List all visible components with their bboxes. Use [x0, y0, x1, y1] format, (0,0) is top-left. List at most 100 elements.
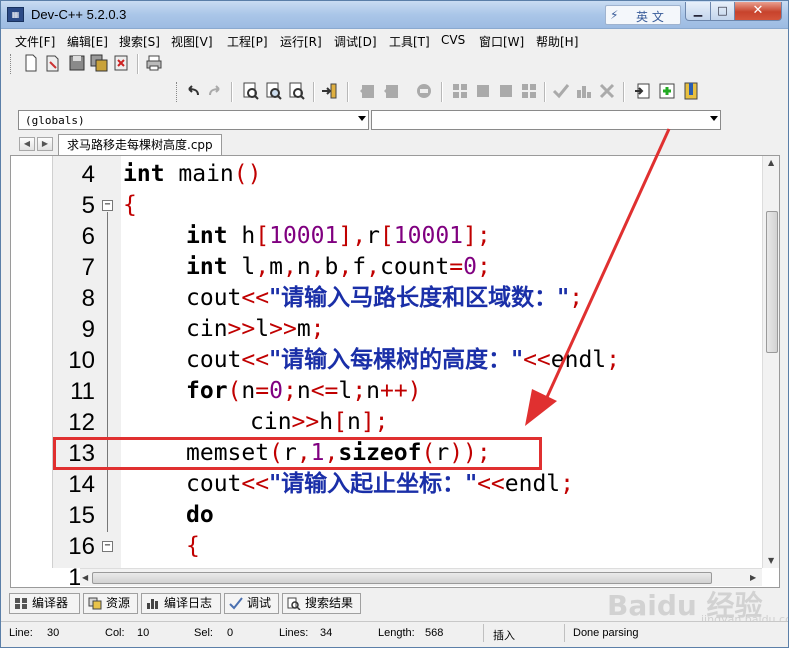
main-toolbar [1, 50, 788, 78]
save-file-icon[interactable] [67, 53, 87, 73]
menu-file[interactable]: 文件[F] [15, 33, 55, 50]
run-icon[interactable] [473, 81, 493, 101]
code-line-11: for(n=0;n<=l;n++) [186, 378, 422, 404]
save-all-icon[interactable] [89, 53, 109, 73]
project-options-icon[interactable] [414, 81, 434, 101]
toggle-bookmark-icon[interactable] [681, 81, 701, 101]
search-icon [287, 597, 301, 610]
toolbar-grip[interactable] [10, 54, 13, 74]
compile-run-icon[interactable] [496, 81, 516, 101]
class-scope-combo[interactable]: (globals) [18, 110, 369, 130]
app-window: ▦ Dev-C++ 5.2.0.3 ⚡ 英 文 ▁ □ ✕ 文件[F] 编辑[E… [0, 0, 789, 648]
tab-debug-label: 调试 [247, 596, 272, 610]
tab-search-results[interactable]: 搜索结果 [282, 593, 361, 614]
line-number-gutter[interactable]: 4 5 6 7 8 9 10 11 12 13 14 15 16 17 − − [53, 156, 121, 587]
status-col-label: Col: [105, 627, 125, 639]
status-lines-label: Lines: [279, 627, 309, 639]
vertical-scrollbar[interactable]: ▲ ▼ [762, 156, 779, 568]
menu-edit[interactable]: 编辑[E] [67, 33, 108, 50]
profile-icon[interactable] [574, 81, 594, 101]
editor-tab-row: ◀ ▶ 求马路移走每棵树高度.cpp [1, 132, 788, 156]
fold-collapse-icon[interactable]: − [102, 541, 113, 552]
minimize-button[interactable]: ▁ [685, 2, 711, 21]
member-combo[interactable] [371, 110, 721, 130]
menu-search[interactable]: 搜索[S] [119, 33, 160, 50]
stop-execution-icon[interactable] [597, 81, 617, 101]
tab-compile-log[interactable]: 编译日志 [141, 593, 221, 614]
line-number: 11 [70, 378, 95, 405]
code-text-area[interactable]: int main() { int h[10001],r[10001]; int … [121, 156, 762, 568]
ime-indicator[interactable]: ⚡ 英 文 [605, 5, 681, 25]
menu-debug[interactable]: 调试[D] [334, 33, 377, 50]
replace-icon[interactable] [264, 81, 284, 101]
scroll-left-icon[interactable]: ◀ [82, 573, 88, 582]
remove-from-project-icon[interactable] [381, 81, 401, 101]
menu-window[interactable]: 窗口[W] [479, 33, 524, 50]
line-number: 4 [81, 161, 95, 188]
toolbar-grip-2[interactable] [176, 82, 179, 102]
menu-run[interactable]: 运行[R] [280, 33, 322, 50]
class-scope-value: (globals) [25, 114, 85, 127]
menu-cvs[interactable]: CVS [441, 33, 465, 47]
menu-project[interactable]: 工程[P] [227, 33, 268, 50]
status-col-value: 10 [137, 627, 150, 639]
code-line-7: int l,m,n,b,f,count=0; [186, 254, 491, 280]
menu-tools[interactable]: 工具[T] [389, 33, 430, 50]
goto-line-icon[interactable] [319, 81, 339, 101]
fold-collapse-icon[interactable]: − [102, 200, 113, 211]
status-bar: Line: 30 Col: 10 Sel: 0 Lines: 34 Length… [1, 621, 788, 644]
tab-source-file[interactable]: 求马路移走每棵树高度.cpp [58, 134, 222, 156]
vertical-scroll-thumb[interactable] [766, 211, 778, 353]
chevron-down-icon [710, 116, 718, 121]
compiler-icon [15, 598, 27, 609]
print-icon[interactable] [144, 53, 164, 73]
open-file-icon[interactable] [43, 53, 63, 73]
add-to-project-icon[interactable] [357, 81, 377, 101]
find-icon[interactable] [241, 81, 261, 101]
status-lines-value: 34 [320, 627, 333, 639]
status-sel-value: 0 [227, 627, 234, 639]
code-line-6: int h[10001],r[10001]; [186, 223, 491, 249]
new-project-icon[interactable] [633, 81, 653, 101]
menu-view[interactable]: 视图[V] [171, 33, 213, 50]
horizontal-scroll-thumb[interactable] [92, 572, 712, 584]
undo-icon[interactable] [183, 81, 203, 101]
ime-mode-label: 英 文 [636, 10, 664, 24]
rebuild-all-icon[interactable] [519, 81, 539, 101]
debug-check-icon [229, 597, 243, 610]
line-number: 15 [68, 502, 95, 529]
syntax-check-icon[interactable] [551, 81, 571, 101]
status-message: Done parsing [573, 627, 639, 639]
line-number: 7 [81, 254, 95, 281]
close-button[interactable]: ✕ [734, 2, 782, 21]
status-insert-mode: 插入 [493, 630, 515, 642]
close-file-icon[interactable] [111, 53, 131, 73]
code-line-10: cout<<"请输入每棵树的高度："<<endl; [186, 347, 621, 373]
menu-help[interactable]: 帮助[H] [536, 33, 578, 50]
scroll-up-icon[interactable]: ▲ [768, 158, 774, 167]
tab-compiler-label: 编译器 [32, 596, 69, 610]
line-number: 9 [81, 316, 95, 343]
find-next-icon[interactable] [287, 81, 307, 101]
tab-scroll-right-icon[interactable]: ▶ [37, 137, 53, 151]
tab-debug[interactable]: 调试 [224, 593, 279, 614]
maximize-button[interactable]: □ [710, 2, 735, 21]
menu-bar: 文件[F] 编辑[E] 搜索[S] 视图[V] 工程[P] 运行[R] 调试[D… [1, 30, 788, 50]
code-line-15: do [186, 502, 214, 528]
tab-search-results-label: 搜索结果 [305, 596, 354, 610]
chevron-down-icon [358, 116, 366, 121]
title-bar[interactable]: ▦ Dev-C++ 5.2.0.3 ⚡ 英 文 ▁ □ ✕ [1, 1, 788, 29]
redo-icon[interactable] [205, 81, 225, 101]
scroll-down-icon[interactable]: ▼ [768, 556, 774, 565]
code-line-14: cout<<"请输入起止坐标："<<endl; [186, 471, 575, 497]
devcpp-app-icon[interactable]: ▦ [7, 7, 24, 22]
insert-icon[interactable] [657, 81, 677, 101]
scroll-right-icon[interactable]: ▶ [750, 573, 756, 582]
project-browser-pane[interactable] [11, 156, 53, 568]
tab-compiler[interactable]: 编译器 [9, 593, 80, 614]
code-editor[interactable]: 4 5 6 7 8 9 10 11 12 13 14 15 16 17 − − … [10, 155, 780, 588]
compile-icon[interactable] [450, 81, 470, 101]
tab-scroll-left-icon[interactable]: ◀ [19, 137, 35, 151]
tab-resources[interactable]: 资源 [83, 593, 138, 614]
new-file-icon[interactable] [21, 53, 41, 73]
